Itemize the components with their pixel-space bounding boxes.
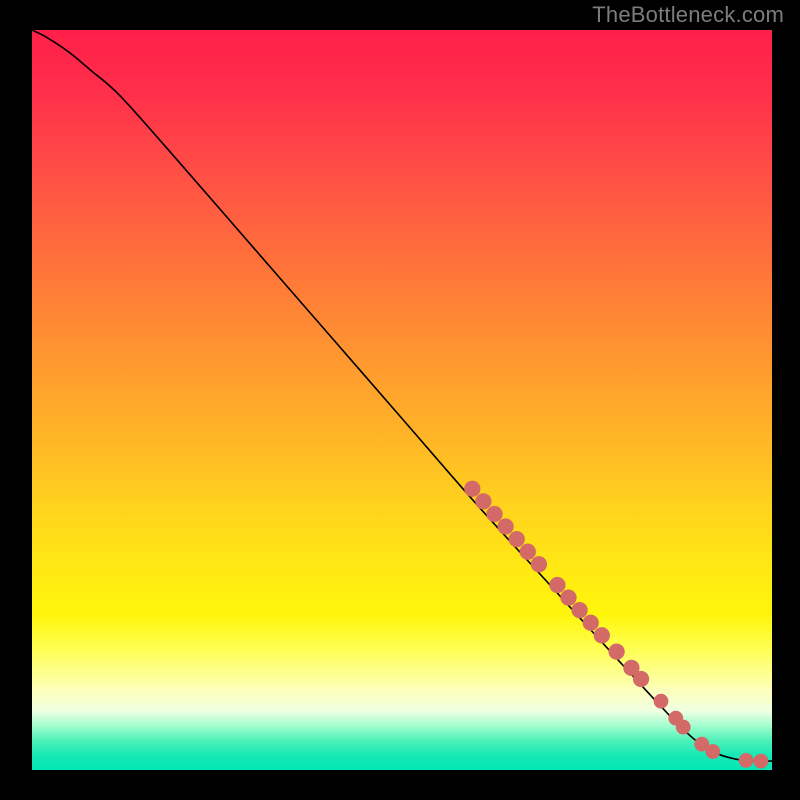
data-marker bbox=[531, 556, 547, 572]
data-markers bbox=[464, 481, 768, 769]
data-marker bbox=[509, 531, 525, 547]
chart-stage: TheBottleneck.com bbox=[0, 0, 800, 800]
data-marker bbox=[654, 694, 669, 709]
data-marker bbox=[571, 602, 587, 618]
data-marker bbox=[754, 754, 769, 769]
bottleneck-curve bbox=[32, 30, 772, 761]
data-marker bbox=[608, 643, 624, 659]
watermark-text: TheBottleneck.com bbox=[592, 2, 784, 28]
data-marker bbox=[486, 506, 502, 522]
data-marker bbox=[549, 577, 565, 593]
data-marker bbox=[594, 627, 610, 643]
data-marker bbox=[497, 518, 513, 534]
data-marker bbox=[633, 671, 649, 687]
data-marker bbox=[520, 544, 536, 560]
data-marker bbox=[583, 615, 599, 631]
data-marker bbox=[739, 753, 754, 768]
plot-area bbox=[32, 30, 772, 770]
data-marker bbox=[705, 744, 720, 759]
data-marker bbox=[475, 493, 491, 509]
curve-layer bbox=[32, 30, 772, 770]
data-marker bbox=[676, 720, 691, 735]
data-marker bbox=[464, 481, 480, 497]
data-marker bbox=[560, 589, 576, 605]
